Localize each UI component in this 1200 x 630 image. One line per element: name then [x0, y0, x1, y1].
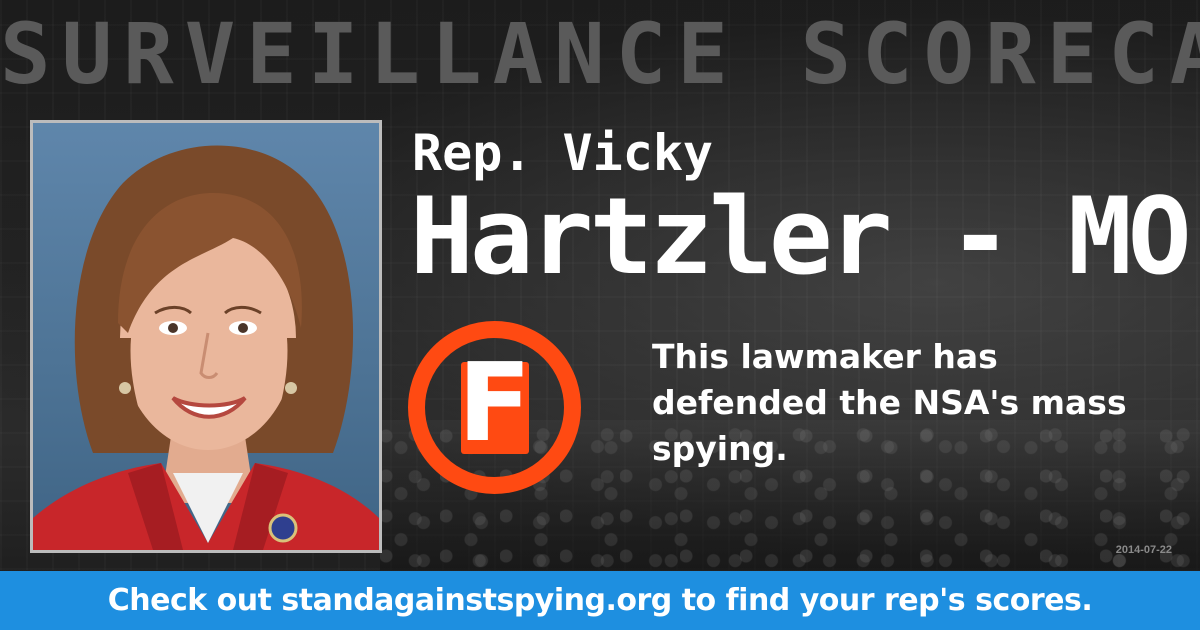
footer-text: Check out standagainstspying.org to find…	[107, 583, 1093, 618]
footer-banner: Check out standagainstspying.org to find…	[0, 571, 1200, 630]
portrait-illustration	[33, 145, 379, 550]
footer-link[interactable]: standagainstspying.org	[281, 583, 672, 618]
portrait-photo	[30, 120, 382, 553]
date-stamp: 2014-07-22	[1115, 544, 1172, 556]
scorecard-card: SURVEILLANCE SCORECARD	[0, 0, 1200, 630]
footer-suffix: to find your rep's scores.	[671, 583, 1093, 618]
verdict-text: This lawmaker has defended the NSA's mas…	[652, 337, 1127, 468]
footer-prefix: Check out	[107, 583, 282, 618]
grade-letter: F	[457, 341, 532, 466]
headline: SURVEILLANCE SCORECARD	[0, 5, 1200, 103]
rep-name-state: Hartzler - MO	[410, 175, 1192, 298]
